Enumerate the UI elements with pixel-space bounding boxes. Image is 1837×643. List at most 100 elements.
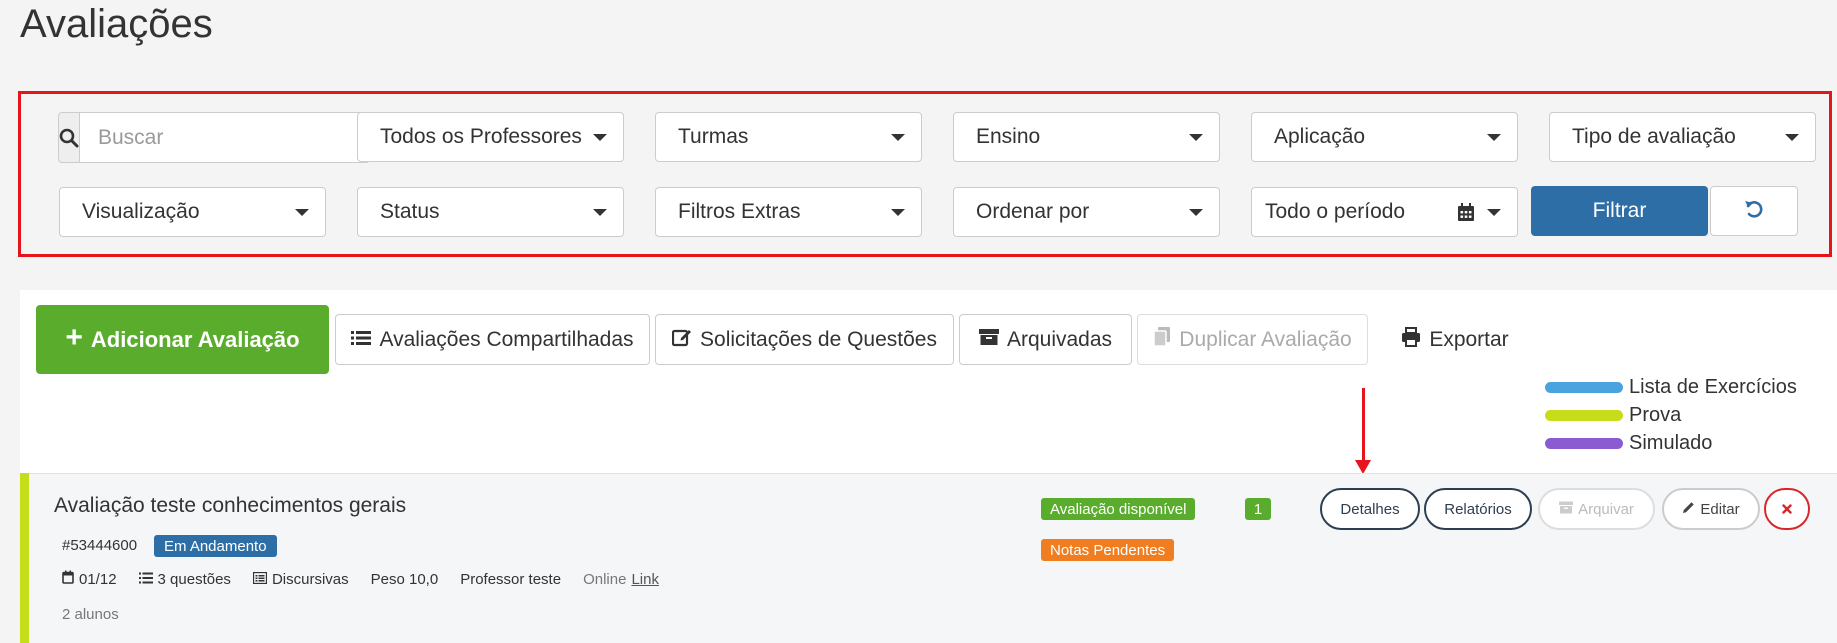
solicitacoes-questoes-label: Solicitações de Questões [700,327,937,351]
grades-pending-badge: Notas Pendentes [1041,539,1175,561]
mode-item: Online Link [583,571,659,588]
filtros-extras-select[interactable]: Filtros Extras [655,187,922,237]
evaluation-date: 01/12 [79,570,117,588]
legend-label-simulado: Simulado [1629,432,1713,454]
legend-label-prova: Prova [1629,404,1682,426]
ordenar-por-select[interactable]: Ordenar por [953,187,1220,237]
chevron-down-icon [295,209,309,216]
annotation-arrow-line [1362,388,1365,468]
chevron-down-icon [593,209,607,216]
add-avaliacao-button[interactable]: + Adicionar Avaliação [36,305,329,374]
ensino-select-label: Ensino [976,125,1041,148]
chevron-down-icon [1189,209,1203,216]
evaluation-title: Avaliação teste conhecimentos gerais [54,494,407,517]
type-item: Discursivas [252,570,349,588]
list-icon [138,571,153,588]
aplicacao-select[interactable]: Aplicação [1251,112,1518,162]
evaluation-meta: 01/12 3 questões Discursivas Peso 10,0 P… [62,570,659,588]
ensino-select[interactable]: Ensino [953,112,1220,162]
periodo-picker-label: Todo o período [1265,200,1406,223]
professores-select-label: Todos os Professores [380,125,582,148]
date-item: 01/12 [62,570,117,588]
chevron-down-icon [891,209,905,216]
legend-item-simulado: Simulado [1545,432,1825,455]
detalhes-label: Detalhes [1340,500,1400,518]
arquivadas-button[interactable]: Arquivadas [959,314,1132,365]
status-badge: Em Andamento [154,535,277,557]
duplicar-avaliacao-button[interactable]: Duplicar Avaliação [1137,314,1368,365]
tipo-avaliacao-select[interactable]: Tipo de avaliação [1549,112,1816,162]
chevron-down-icon [891,134,905,141]
search-input[interactable] [80,112,370,163]
exportar-label: Exportar [1429,327,1509,351]
turmas-select[interactable]: Turmas [655,112,922,162]
archive-icon [978,328,999,352]
edit-icon [671,327,692,353]
evaluation-students: 2 alunos [62,606,119,623]
editar-label: Editar [1700,500,1740,518]
search-group [58,112,370,163]
editar-button[interactable]: Editar [1662,488,1760,530]
list-icon [351,328,372,352]
calendar-icon [1457,202,1475,228]
filtrar-button[interactable]: Filtrar [1531,186,1708,236]
exportar-button[interactable]: Exportar [1390,314,1520,365]
legend-item-lista: Lista de Exercícios [1545,376,1825,399]
delete-button[interactable] [1764,488,1810,530]
add-avaliacao-label: Adicionar Avaliação [90,326,300,352]
search-icon [58,112,80,163]
calendar-icon [62,570,74,588]
arquivar-label: Arquivar [1578,500,1634,518]
status-select-label: Status [380,200,440,223]
evaluation-type: Discursivas [271,570,349,588]
annotation-arrow-head [1355,460,1371,474]
archive-icon [1559,501,1574,518]
status-select[interactable]: Status [357,187,624,237]
legend-item-prova: Prova [1545,404,1825,427]
legend-swatch-prova [1545,410,1623,421]
reset-filters-button[interactable] [1710,186,1798,236]
list-alt-icon [252,571,268,588]
relatorios-button[interactable]: Relatórios [1424,488,1532,530]
availability-badge: Avaliação disponível [1041,498,1196,520]
chevron-down-icon [1487,134,1501,141]
close-icon [1782,501,1792,518]
filtros-extras-select-label: Filtros Extras [678,200,801,223]
professores-select[interactable]: Todos os Professores [357,112,624,162]
evaluation-weight: Peso 10,0 [370,570,439,588]
undo-icon [1743,198,1765,225]
relatorios-label: Relatórios [1444,500,1512,518]
pencil-icon [1682,501,1695,518]
print-icon [1401,326,1421,353]
plus-icon: + [65,321,83,354]
chevron-down-icon [1189,134,1203,141]
count-badge: 1 [1245,498,1271,520]
legend-swatch-lista [1545,382,1623,393]
tipo-avaliacao-select-label: Tipo de avaliação [1572,125,1736,148]
evaluation-mode: Online [583,570,627,588]
avaliacoes-compartilhadas-button[interactable]: Avaliações Compartilhadas [335,314,650,365]
legend-label-lista: Lista de Exercícios [1629,376,1797,398]
ordenar-por-select-label: Ordenar por [976,200,1090,223]
solicitacoes-questoes-button[interactable]: Solicitações de Questões [655,314,954,365]
evaluation-questions: 3 questões [157,570,231,588]
evaluation-type-stripe [20,473,29,643]
avaliacoes-compartilhadas-label: Avaliações Compartilhadas [379,327,634,351]
page-title: Avaliações [20,2,213,46]
duplicar-avaliacao-label: Duplicar Avaliação [1179,327,1352,351]
chevron-down-icon [593,134,607,141]
visualizacao-select[interactable]: Visualização [59,187,326,237]
arquivar-button[interactable]: Arquivar [1538,488,1655,530]
copy-icon [1153,326,1171,353]
evaluation-teacher: Professor teste [460,570,562,588]
turmas-select-label: Turmas [678,125,749,148]
chevron-down-icon [1487,209,1501,216]
evaluation-id: #53444600 [62,537,138,554]
arquivadas-label: Arquivadas [1006,327,1113,351]
detalhes-button[interactable]: Detalhes [1320,488,1420,530]
chevron-down-icon [1785,134,1799,141]
evaluation-link[interactable]: Link [631,571,659,588]
legend-swatch-simulado [1545,438,1623,449]
visualizacao-select-label: Visualização [82,200,200,223]
periodo-picker[interactable]: Todo o período [1251,187,1518,237]
